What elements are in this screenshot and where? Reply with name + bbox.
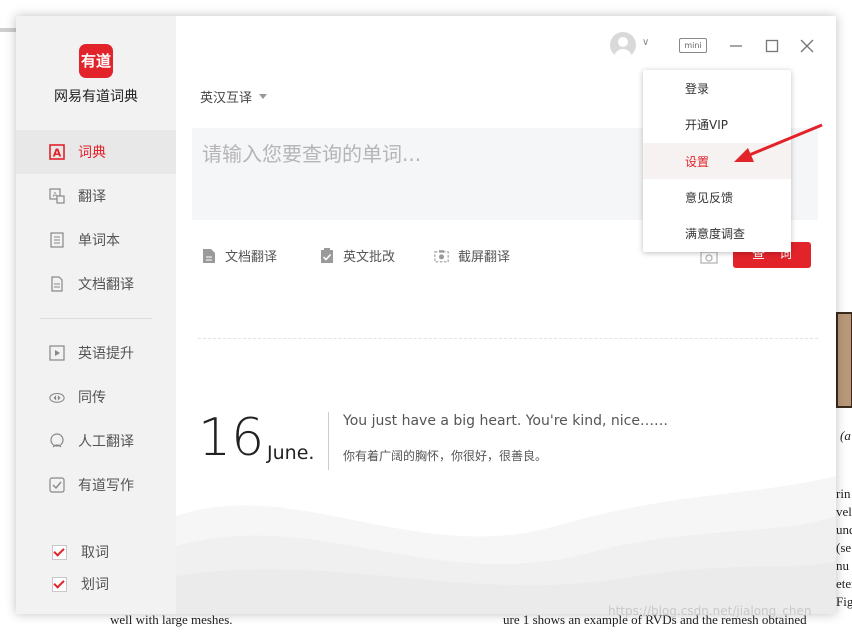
chevron-down-icon[interactable]: ∨ <box>642 37 649 48</box>
background-text-line: rin <box>836 486 851 501</box>
sidebar-item-english-improve[interactable]: 英语提升 <box>16 331 176 375</box>
sidebar-item-wordbook[interactable]: 单词本 <box>16 218 176 262</box>
sidebar-item-label: 单词本 <box>78 233 120 249</box>
user-avatar[interactable] <box>610 32 636 58</box>
language-select-value: 英汉互译 <box>200 91 253 106</box>
menu-item-label: 开通VIP <box>685 117 728 132</box>
menu-item-label: 登录 <box>685 81 710 96</box>
watermark-text: https://blog.csdn.net/jialong_chen <box>608 604 812 618</box>
screenshot-icon <box>434 248 449 264</box>
sidebar-item-label: 人工翻译 <box>78 434 134 450</box>
menu-item-label: 设置 <box>685 154 710 169</box>
document-icon <box>201 248 216 264</box>
sidebar-item-simultaneous-interpretation[interactable]: 同传 <box>16 375 176 419</box>
search-placeholder: 请输入您要查询的单词... <box>202 142 422 166</box>
human-translation-icon <box>49 433 65 449</box>
sidebar-item-label: 文档翻译 <box>78 277 134 293</box>
tool-label: 英文批改 <box>343 250 396 265</box>
background-text-line: (se <box>836 540 852 555</box>
decorative-wave-background <box>176 476 836 614</box>
document-translate-tool[interactable]: 文档翻译 <box>201 246 277 265</box>
writing-icon <box>49 477 65 493</box>
english-correction-tool[interactable]: 英文批改 <box>319 246 395 265</box>
menu-item-label: 满意度调查 <box>685 226 746 241</box>
checkbox-checked-icon[interactable] <box>52 544 67 560</box>
app-logo: 有道 <box>79 44 113 78</box>
document-translate-icon <box>49 276 65 292</box>
tool-label: 文档翻译 <box>225 250 278 265</box>
menu-item-label: 意见反馈 <box>685 190 734 205</box>
daily-divider <box>328 412 329 470</box>
sidebar-item-label: 词典 <box>78 145 106 161</box>
sidebar-item-human-translation[interactable]: 人工翻译 <box>16 419 176 463</box>
background-text-line: vell <box>836 504 852 519</box>
simultaneous-interpretation-icon <box>49 389 65 405</box>
avatar-body-shape <box>614 49 632 58</box>
background-text-line: nu <box>836 558 849 573</box>
screenshot-translate-tool[interactable]: 截屏翻译 <box>434 246 510 265</box>
sidebar-item-label: 英语提升 <box>78 346 134 362</box>
wordbook-icon <box>49 232 65 248</box>
mini-mode-button[interactable]: mini <box>679 38 707 53</box>
select-word-toggle[interactable]: 划词 <box>16 572 176 596</box>
correction-icon <box>319 247 334 264</box>
dictionary-icon: A <box>49 144 65 160</box>
background-figure-thumbnail <box>836 312 852 408</box>
checkbox-checked-icon[interactable] <box>52 576 67 592</box>
annotation-arrow-icon <box>734 123 823 162</box>
sidebar: 有道 网易有道词典 A 词典 A 翻译 单词本 文档翻译 英语提升 同传 人工翻… <box>16 16 176 614</box>
app-name: 网易有道词典 <box>54 89 138 105</box>
sidebar-item-label: 有道写作 <box>78 478 134 494</box>
sidebar-item-writing[interactable]: 有道写作 <box>16 463 176 507</box>
menu-item-feedback[interactable]: 意见反馈 <box>643 179 791 215</box>
background-text-line: Fig <box>836 594 852 609</box>
sidebar-item-label: 翻译 <box>78 189 106 205</box>
select-word-label: 划词 <box>81 577 109 593</box>
daily-quote-chinese: 你有着广阔的胸怀，你很好，很善良。 <box>343 449 548 463</box>
language-select[interactable]: 英汉互译 <box>200 87 268 106</box>
sidebar-item-document-translate[interactable]: 文档翻译 <box>16 262 176 306</box>
sidebar-item-label: 同传 <box>78 390 106 406</box>
maximize-icon[interactable] <box>764 38 780 54</box>
section-divider <box>198 338 818 339</box>
sidebar-divider <box>40 318 152 319</box>
sidebar-item-translate[interactable]: A 翻译 <box>16 174 176 218</box>
background-text-line: eter <box>836 576 852 591</box>
background-text-bottom-left: well with large meshes. <box>110 612 233 627</box>
background-caption: (a <box>840 428 851 443</box>
menu-item-login[interactable]: 登录 <box>643 70 791 106</box>
minimize-icon[interactable] <box>728 38 744 54</box>
daily-quote-english[interactable]: You just have a big heart. You're kind, … <box>343 413 668 429</box>
capture-word-label: 取词 <box>81 545 109 561</box>
capture-word-toggle[interactable]: 取词 <box>16 540 176 564</box>
daily-date-month: June. <box>267 442 315 464</box>
avatar-head-shape <box>618 37 628 47</box>
daily-date-day: 16 <box>198 408 265 468</box>
svg-text:A: A <box>53 147 62 160</box>
menu-item-survey[interactable]: 满意度调查 <box>643 215 791 251</box>
caret-down-icon <box>259 94 268 99</box>
tool-label: 截屏翻译 <box>458 250 511 265</box>
close-icon[interactable] <box>799 38 815 54</box>
background-text-line: und <box>836 522 852 537</box>
sidebar-item-dictionary[interactable]: A 词典 <box>16 130 176 174</box>
english-improve-icon <box>49 345 65 361</box>
translate-icon: A <box>49 188 65 204</box>
